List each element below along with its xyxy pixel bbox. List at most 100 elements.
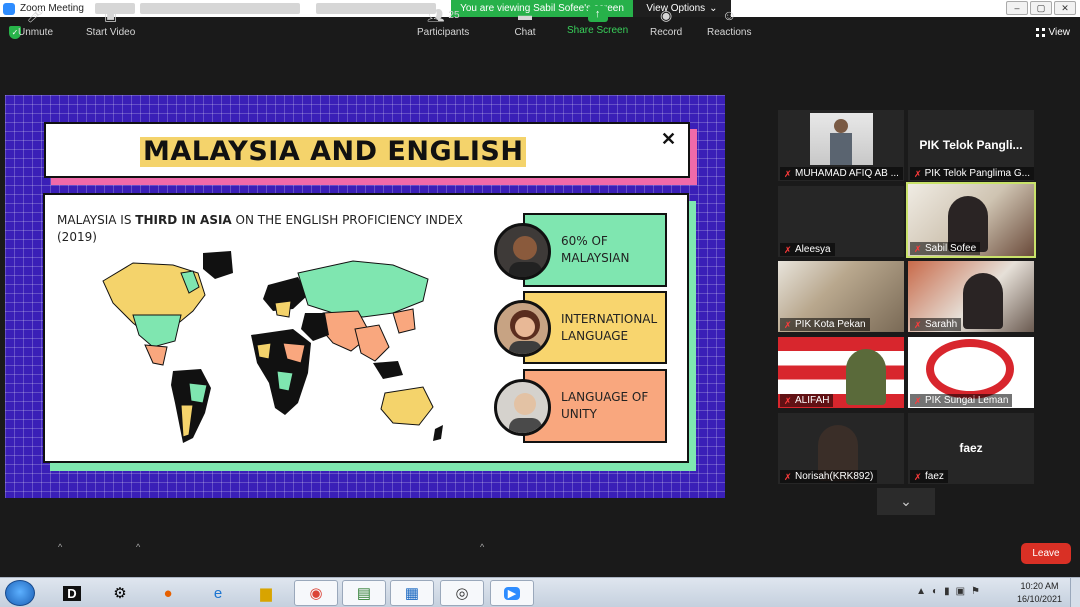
participant-tile[interactable]: ✗ Sarahh <box>908 261 1034 332</box>
taskbar-app-icon[interactable]: D <box>50 580 94 606</box>
muted-mic-icon: ✗ <box>784 395 792 406</box>
participant-tile[interactable]: PIK Telok Pangli... ✗ PIK Telok Panglima G… <box>908 110 1034 181</box>
participant-tile[interactable]: ✗ ALIFAH <box>778 337 904 408</box>
unmute-button[interactable]: 🎤︎ Unmute <box>18 6 54 39</box>
start-button-icon[interactable] <box>5 580 35 606</box>
internet-explorer-icon[interactable]: e <box>196 580 240 606</box>
video-options-caret-icon[interactable]: ^ <box>136 542 140 552</box>
view-layout-button[interactable]: View <box>1035 27 1071 38</box>
stat-card-line: LANGUAGE <box>561 328 629 343</box>
show-desktop-button[interactable] <box>1070 578 1080 607</box>
participant-name-label: ✗ MUHAMAD AFIQ AB ... <box>780 167 903 180</box>
participant-photo <box>846 349 886 405</box>
windows-taskbar: D ⚙︎ ● e ▆ ◉ ▤ ▦ ◎ ▶ ▲ ◐ ▮ ▣ ⚑ 10:20 AM … <box>0 577 1080 607</box>
participant-name: PIK Sungai Leman <box>925 395 1009 406</box>
muted-mic-icon: ✗ <box>914 319 922 330</box>
participant-name-label: ✗ Sarahh <box>910 318 962 331</box>
participant-name-label: ✗ ALIFAH <box>780 394 834 407</box>
system-tray: ▲ ◐ ▮ ▣ ⚑ <box>916 586 980 597</box>
share-screen-icon: ↑ <box>587 6 608 22</box>
participant-name: Sarahh <box>925 319 958 330</box>
stat-card-line: UNITY <box>561 407 597 421</box>
grid-icon <box>1035 28 1045 37</box>
participant-tile[interactable]: ✗ Sabil Sofee <box>906 182 1036 258</box>
participant-tile[interactable]: ✗ PIK Kota Pekan <box>778 261 904 332</box>
participants-icon: 👥︎ 25 <box>426 6 460 23</box>
participant-display-name: faez <box>959 441 983 455</box>
taskbar-clock[interactable]: 10:20 AM 16/10/2021 <box>1017 580 1062 606</box>
portrait-avatar <box>494 379 551 436</box>
participant-photo <box>810 113 873 165</box>
participant-name: Aleesya <box>795 244 831 255</box>
participants-caret-icon[interactable]: ^ <box>480 542 484 552</box>
tray-app-icon[interactable]: ▣ <box>956 586 965 597</box>
participant-name: Norisah(KRK892) <box>795 471 874 482</box>
participant-tile[interactable]: ✗ Aleesya <box>778 186 904 257</box>
unmute-label: Unmute <box>18 27 54 38</box>
participant-tile[interactable]: ✗ PIK Sungai Leman <box>908 337 1034 408</box>
chrome-icon[interactable]: ◉ <box>294 580 338 606</box>
muted-mic-icon: ✗ <box>914 395 922 406</box>
stat-card-line: INTERNATIONAL <box>561 311 658 326</box>
world-map-illustration <box>102 251 443 443</box>
file-explorer-icon[interactable]: ▆ <box>244 580 288 606</box>
record-icon: ◉ <box>660 6 673 23</box>
firefox-icon[interactable]: ● <box>146 580 190 606</box>
participant-tile[interactable]: ✗ MUHAMAD AFIQ AB ... <box>778 110 904 181</box>
participant-name: PIK Kota Pekan <box>795 319 866 330</box>
taskbar-app-icon[interactable]: ⚙︎ <box>98 580 142 606</box>
taskbar-app-icon[interactable]: ▦ <box>390 580 434 606</box>
action-center-icon[interactable]: ⚑ <box>971 586 980 597</box>
muted-mic-icon: ✗ <box>784 471 792 482</box>
participant-display-name: PIK Telok Pangli... <box>919 138 1023 152</box>
zoom-taskbar-icon[interactable]: ▶ <box>490 580 534 606</box>
chevron-down-icon: ⌄ <box>900 493 912 509</box>
volume-icon[interactable]: ◐ <box>932 586 938 597</box>
participants-button[interactable]: 👥︎ 25 Participants <box>417 6 469 39</box>
muted-mic-icon: ✗ <box>784 244 792 255</box>
participant-name-label: ✗ Aleesya <box>780 243 835 256</box>
clock-time: 10:20 AM <box>1020 581 1059 591</box>
view-label: View <box>1048 27 1071 38</box>
stat-card-line: 60% OF <box>561 234 608 248</box>
close-icon: ✕ <box>661 129 677 149</box>
leave-meeting-button[interactable]: Leave <box>1021 543 1071 564</box>
participant-name-label: ✗ faez <box>910 470 948 483</box>
participant-name: faez <box>925 471 944 482</box>
start-video-button[interactable]: ▣ Start Video <box>86 6 135 39</box>
zoom-logo-icon <box>3 2 15 15</box>
participant-name-label: ✗ Norisah(KRK892) <box>780 470 878 483</box>
participant-name: Sabil Sofee <box>925 243 977 254</box>
camera-app-icon[interactable]: ◎ <box>440 580 484 606</box>
participant-name-label: ✗ PIK Sungai Leman <box>910 394 1013 407</box>
taskbar-app-icon[interactable]: ▤ <box>342 580 386 606</box>
share-screen-button[interactable]: ↑ Share Screen <box>567 6 628 36</box>
network-icon[interactable]: ▮ <box>944 586 950 597</box>
klik-dengan-bijak-logo <box>926 339 1014 399</box>
maximize-button[interactable]: ▢ <box>1030 1 1052 15</box>
record-button[interactable]: ◉ Record <box>650 6 682 39</box>
muted-mic-icon: ✗ <box>784 168 792 179</box>
participant-name: MUHAMAD AFIQ AB ... <box>795 168 899 179</box>
participant-name-label: ✗ PIK Kota Pekan <box>780 318 870 331</box>
minimize-button[interactable]: – <box>1006 1 1028 15</box>
participant-tile[interactable]: faez ✗ faez <box>908 413 1034 484</box>
stat-card-line: LANGUAGE OF <box>561 390 649 404</box>
smiley-plus-icon: ☺ <box>722 7 737 23</box>
gallery-scroll-down-button[interactable]: ⌄ <box>877 488 935 515</box>
muted-mic-icon: ✗ <box>914 471 922 482</box>
close-button[interactable]: ✕ <box>1054 1 1076 15</box>
participant-tile[interactable]: ✗ Norisah(KRK892) <box>778 413 904 484</box>
participant-count: 25 <box>448 9 460 21</box>
muted-mic-icon: ✗ <box>914 168 922 179</box>
meeting-toolbar <box>0 530 1080 574</box>
audio-options-caret-icon[interactable]: ^ <box>58 542 62 552</box>
tray-expand-icon[interactable]: ▲ <box>916 586 926 597</box>
chat-bubble-icon: ▬ <box>518 7 532 23</box>
reactions-button[interactable]: ☺ Reactions <box>707 6 751 38</box>
video-off-icon: ▣ <box>104 6 118 23</box>
participant-name-label: ✗ Sabil Sofee <box>910 242 981 255</box>
participant-name-label: ✗ PIK Telok Panglima G... <box>910 167 1034 180</box>
chat-button[interactable]: ▬ Chat <box>514 6 536 38</box>
muted-mic-icon: ✗ <box>784 319 792 330</box>
